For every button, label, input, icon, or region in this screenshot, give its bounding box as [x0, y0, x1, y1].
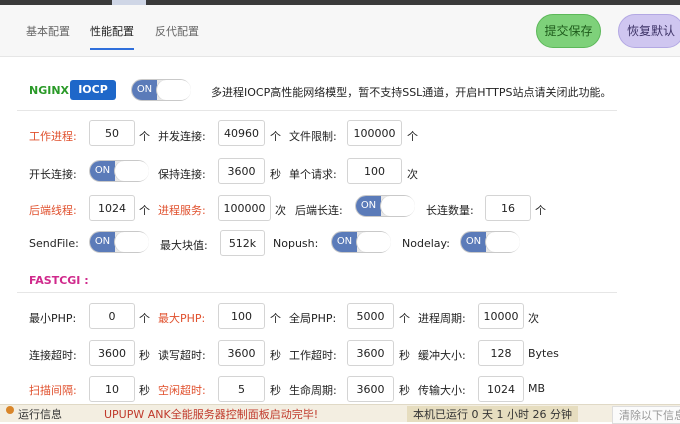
unit: 个 [139, 130, 150, 143]
backend-longconn-toggle[interactable]: ON [355, 195, 415, 217]
unit: 秒 [399, 384, 410, 397]
scan-interval-label: 扫描间隔: [29, 384, 77, 397]
unit: 个 [139, 312, 150, 325]
active-tab-indicator [90, 48, 134, 50]
max-php-input[interactable]: 100 [218, 303, 265, 329]
keepalive-label: 开长连接: [29, 168, 77, 181]
conn-timeout-input[interactable]: 3600 [89, 340, 135, 366]
max-php-label: 最大PHP: [158, 312, 206, 325]
save-button[interactable]: 提交保存 [536, 14, 601, 48]
longconn-count-input[interactable]: 16 [485, 195, 531, 221]
work-timeout-label: 工作超时: [289, 349, 337, 362]
unit: 个 [139, 204, 150, 217]
divider [17, 110, 617, 111]
proc-period-label: 进程周期: [418, 312, 466, 325]
keepalive-toggle[interactable]: ON [89, 160, 149, 182]
info-icon [6, 406, 14, 414]
max-block-input[interactable]: 512k [220, 230, 265, 256]
sendfile-toggle[interactable]: ON [89, 231, 149, 253]
single-request-label: 单个请求: [289, 168, 337, 181]
global-php-input[interactable]: 5000 [347, 303, 394, 329]
status-message: UPUPW ANK全能服务器控制面板启动完毕! [104, 408, 319, 421]
tab-performance-config[interactable]: 性能配置 [90, 23, 134, 39]
longconn-count-label: 长连数量: [426, 204, 474, 217]
unit: 秒 [270, 349, 281, 362]
life-period-input[interactable]: 3600 [347, 376, 394, 402]
work-timeout-input[interactable]: 3600 [347, 340, 394, 366]
unit: 秒 [270, 168, 281, 181]
unit: 次 [407, 168, 418, 181]
min-php-input[interactable]: 0 [89, 303, 135, 329]
rw-timeout-input[interactable]: 3600 [218, 340, 265, 366]
transfer-size-input[interactable]: 1024 [478, 376, 524, 402]
rw-timeout-label: 读写超时: [158, 349, 206, 362]
nginx-description: 多进程IOCP高性能网络模型，暂不支持SSL通道，开启HTTPS站点请关闭此功能… [211, 86, 612, 99]
transfer-size-label: 传输大小: [418, 384, 466, 397]
worker-processes-label: 工作进程: [29, 130, 77, 143]
status-bar [0, 404, 680, 422]
unit: 秒 [139, 349, 150, 362]
unit: 个 [535, 204, 546, 217]
status-info-label: 运行信息 [18, 408, 62, 421]
min-php-label: 最小PHP: [29, 312, 77, 325]
tab-bar: 基本配置 性能配置 反代配置 提交保存 恢复默认 [0, 5, 680, 57]
divider [17, 292, 617, 293]
unit: 个 [399, 312, 410, 325]
iocp-toggle[interactable]: ON [131, 79, 191, 101]
concurrent-conn-input[interactable]: 40960 [218, 120, 265, 146]
fastcgi-title: FASTCGI : [29, 274, 89, 287]
backend-longconn-label: 后端长连: [295, 204, 343, 217]
backend-threads-input[interactable]: 1024 [89, 195, 135, 221]
global-php-label: 全局PHP: [289, 312, 337, 325]
restore-default-button[interactable]: 恢复默认 [618, 14, 680, 48]
proc-period-input[interactable]: 10000 [478, 303, 524, 329]
unit: Bytes [528, 347, 559, 360]
buffer-size-input[interactable]: 128 [478, 340, 524, 366]
iocp-badge[interactable]: IOCP [70, 80, 116, 100]
unit: MB [528, 382, 546, 395]
unit: 个 [407, 130, 418, 143]
backend-threads-label: 后端线程: [29, 204, 77, 217]
unit: 次 [528, 312, 539, 325]
concurrent-conn-label: 并发连接: [158, 130, 206, 143]
proc-service-input[interactable]: 100000 [218, 195, 271, 221]
keepalive-timeout-label: 保持连接: [158, 168, 206, 181]
nopush-label: Nopush: [273, 237, 319, 250]
clear-info-button[interactable]: 清除以下信息 [612, 406, 680, 424]
idle-timeout-input[interactable]: 5 [218, 376, 265, 402]
unit: 个 [270, 130, 281, 143]
unit: 秒 [399, 349, 410, 362]
conn-timeout-label: 连接超时: [29, 349, 77, 362]
unit: 秒 [139, 384, 150, 397]
unit: 次 [275, 204, 286, 217]
file-limit-label: 文件限制: [289, 130, 337, 143]
max-block-label: 最大块值: [160, 239, 208, 252]
nopush-toggle[interactable]: ON [331, 231, 391, 253]
uptime-badge: 本机已运行 0 天 1 小时 26 分钟 [407, 406, 578, 422]
single-request-input[interactable]: 100 [347, 158, 402, 184]
life-period-label: 生命周期: [289, 384, 337, 397]
worker-processes-input[interactable]: 50 [89, 120, 135, 146]
nodelay-label: Nodelay: [402, 237, 450, 250]
sendfile-label: SendFile: [29, 237, 79, 250]
tab-proxy-config[interactable]: 反代配置 [155, 23, 199, 39]
scan-interval-input[interactable]: 10 [89, 376, 135, 402]
unit: 秒 [270, 384, 281, 397]
buffer-size-label: 缓冲大小: [418, 349, 466, 362]
keepalive-timeout-input[interactable]: 3600 [218, 158, 265, 184]
file-limit-input[interactable]: 100000 [347, 120, 402, 146]
idle-timeout-label: 空闲超时: [158, 384, 206, 397]
nodelay-toggle[interactable]: ON [460, 231, 520, 253]
unit: 个 [270, 312, 281, 325]
tab-basic-config[interactable]: 基本配置 [26, 23, 70, 39]
proc-service-label: 进程服务: [158, 204, 206, 217]
